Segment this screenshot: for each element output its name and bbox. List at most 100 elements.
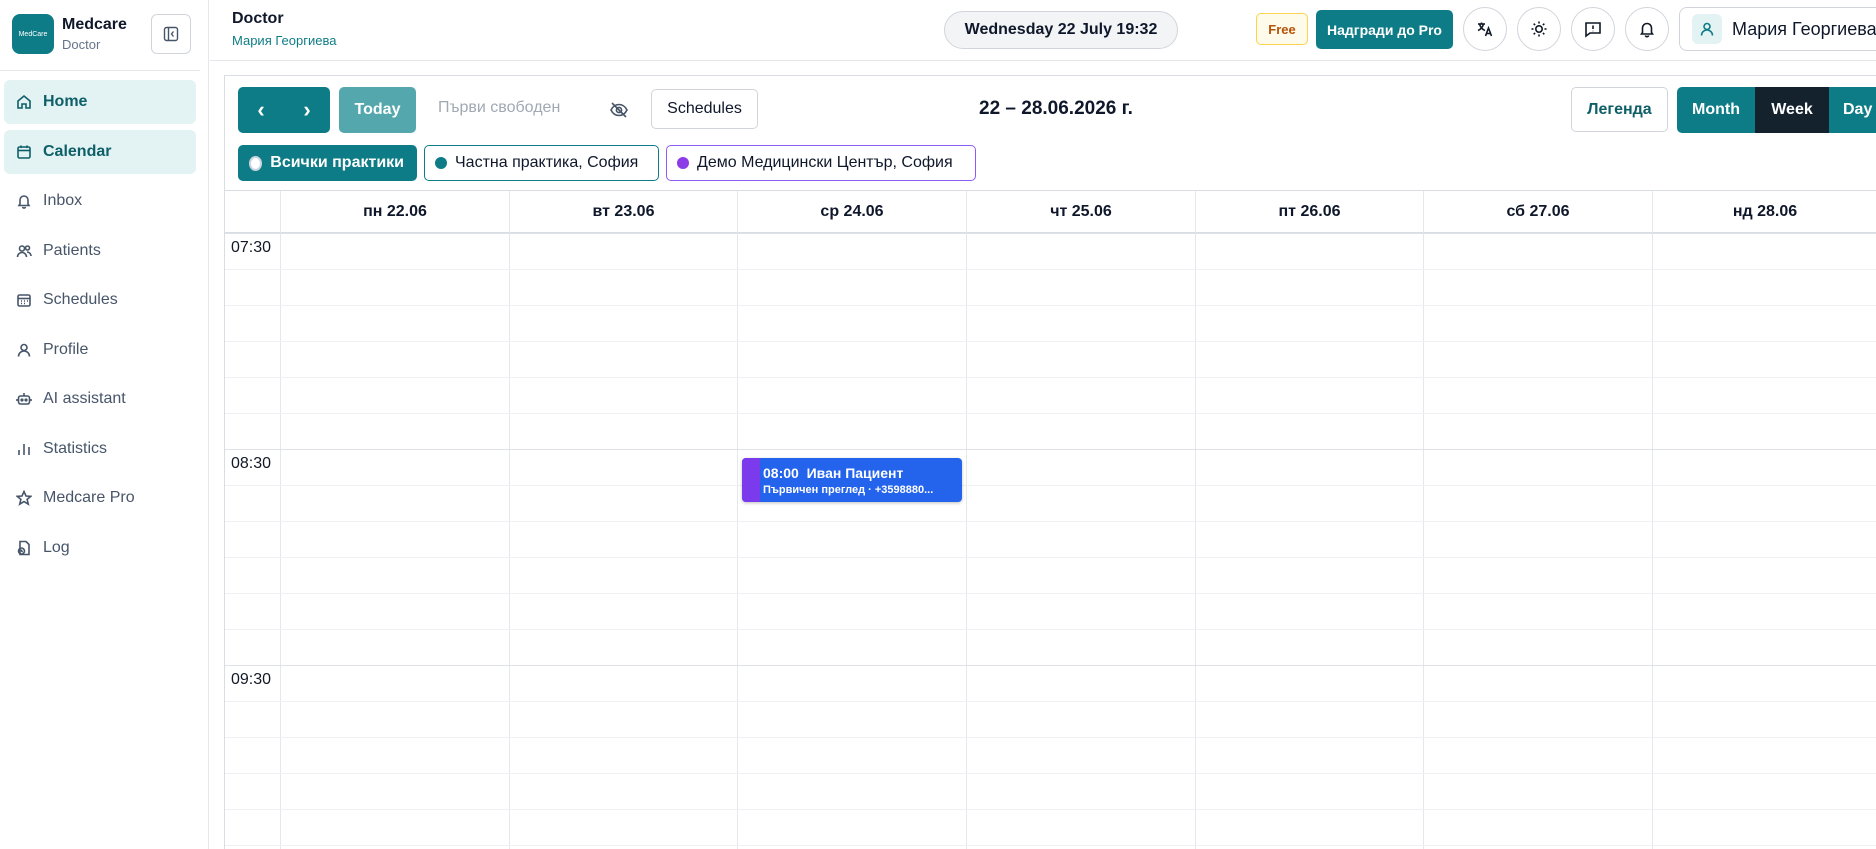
grid-row-line xyxy=(225,269,1876,270)
grid-row-line xyxy=(225,593,1876,594)
brand-name: Medcare xyxy=(62,16,127,33)
view-switcher: Month Week Day xyxy=(1677,87,1876,133)
time-gutter-header xyxy=(225,191,280,233)
today-button[interactable]: Today xyxy=(339,87,416,133)
filter-all-practices[interactable]: Всички практики xyxy=(238,145,417,181)
grid-row-line xyxy=(225,413,1876,414)
view-month-button[interactable]: Month xyxy=(1677,87,1755,133)
language-button[interactable] xyxy=(1463,7,1507,51)
sidebar-item-statistics[interactable]: Statistics xyxy=(4,427,196,471)
grid-row-line xyxy=(225,809,1876,810)
filter-private-practice[interactable]: Частна практика, София xyxy=(424,145,659,181)
upgrade-pro-button[interactable]: Надгради до Pro xyxy=(1316,10,1453,49)
grid-col-line xyxy=(737,233,738,849)
eye-off-icon xyxy=(610,102,628,118)
message-alert-icon xyxy=(1585,22,1601,38)
time-label: 08:30 xyxy=(231,455,272,472)
grid-row-line xyxy=(225,449,1876,450)
day-header-sat[interactable]: сб 27.06 xyxy=(1423,191,1652,233)
practice-filters: Всички практики Частна практика, София Д… xyxy=(238,145,983,181)
date-nav: ‹ › xyxy=(238,87,330,133)
sidebar-item-patients[interactable]: Patients xyxy=(4,229,196,273)
translate-icon xyxy=(1477,22,1493,37)
filter-label: Всички практики xyxy=(270,154,404,171)
filter-demo-center[interactable]: Демо Медицински Център, София xyxy=(666,145,976,181)
grid-row-line xyxy=(225,773,1876,774)
event-details: Първичен преглед · +3598880... xyxy=(763,484,934,496)
time-label: 07:30 xyxy=(231,239,272,256)
legend-button[interactable]: Легенда xyxy=(1571,87,1668,132)
day-header-tue[interactable]: вт 23.06 xyxy=(509,191,737,233)
user-menu-button[interactable]: Мария Георгиева xyxy=(1679,7,1876,51)
sidebar-item-label: AI assistant xyxy=(43,390,126,407)
user-icon xyxy=(15,341,33,359)
grid-col-line xyxy=(1195,233,1196,849)
sidebar-item-label: Home xyxy=(43,93,88,110)
grid-col-line xyxy=(1652,233,1653,849)
event-time: 08:00 xyxy=(763,465,799,481)
bot-icon xyxy=(15,390,33,408)
sidebar-item-label: Patients xyxy=(43,241,101,259)
collapse-sidebar-button[interactable] xyxy=(151,14,191,54)
sidebar-item-label: Log xyxy=(43,538,70,556)
grid-col-line xyxy=(280,233,281,849)
grid-row-line xyxy=(225,521,1876,522)
next-week-button[interactable]: › xyxy=(284,87,330,133)
page-title: Doctor xyxy=(232,10,284,27)
grid-col-line xyxy=(509,233,510,849)
toggle-visibility-button[interactable] xyxy=(607,98,631,122)
calendar-grid-icon xyxy=(15,291,33,309)
view-week-button[interactable]: Week xyxy=(1755,87,1829,133)
grid-row-line xyxy=(225,305,1876,306)
user-avatar-icon xyxy=(1692,14,1722,44)
schedules-button[interactable]: Schedules xyxy=(651,89,758,129)
calendar-panel: ‹ › Today Първи свободен Schedules 22 – … xyxy=(224,75,1876,849)
day-header-sun[interactable]: нд 28.06 xyxy=(1652,191,1876,233)
grid-row-line xyxy=(225,665,1876,666)
sidebar-item-calendar[interactable]: Calendar xyxy=(4,129,196,174)
top-header: Doctor Мария Георгиева Wednesday 22 July… xyxy=(210,0,1876,61)
grid-col-line xyxy=(966,233,967,849)
date-range-label: 22 – 28.06.2026 г. xyxy=(979,98,1133,119)
sidebar-item-home[interactable]: Home xyxy=(4,80,196,124)
sidebar-item-medcare-pro[interactable]: Medcare Pro xyxy=(4,476,196,520)
sidebar-item-profile[interactable]: Profile xyxy=(4,328,196,372)
grid-col-line xyxy=(1423,233,1424,849)
day-header-wed[interactable]: ср 24.06 xyxy=(737,191,966,233)
feedback-button[interactable] xyxy=(1571,7,1615,51)
sidebar-item-log[interactable]: Log xyxy=(4,526,196,570)
event-patient: Иван Пациент xyxy=(806,465,904,481)
notifications-button[interactable] xyxy=(1625,7,1669,51)
grid-row-line xyxy=(225,737,1876,738)
day-header-mon[interactable]: пн 22.06 xyxy=(280,191,509,233)
purple-dot-icon xyxy=(677,157,689,169)
brand-logo-text: MedCare xyxy=(18,30,48,38)
brand-role: Doctor xyxy=(62,37,101,52)
log-icon xyxy=(15,539,33,557)
day-header-thu[interactable]: чт 25.06 xyxy=(966,191,1195,233)
sidebar-item-label: Inbox xyxy=(43,192,83,209)
calendar-icon xyxy=(15,143,33,161)
time-label: 09:30 xyxy=(231,671,272,688)
appointment-event[interactable]: 08:00 Иван Пациент Първичен преглед · +3… xyxy=(742,458,962,502)
view-day-button[interactable]: Day xyxy=(1829,87,1876,133)
filter-label: Демо Медицински Център, София xyxy=(697,154,953,171)
sidebar-nav: Home Calendar Inbox Patients Schedules P… xyxy=(4,80,196,575)
grid-row-line xyxy=(225,557,1876,558)
day-header-fri[interactable]: пт 26.06 xyxy=(1195,191,1423,233)
sidebar-item-label: Statistics xyxy=(43,439,108,457)
theme-toggle-button[interactable] xyxy=(1517,7,1561,51)
grid-row-line xyxy=(225,377,1876,378)
grid-row-line xyxy=(225,701,1876,702)
brand-logo[interactable]: MedCare xyxy=(12,14,54,54)
prev-week-button[interactable]: ‹ xyxy=(238,87,284,133)
first-free-button[interactable]: Първи свободен xyxy=(438,99,560,117)
event-practice-stripe xyxy=(742,458,760,502)
sidebar-item-inbox[interactable]: Inbox xyxy=(4,179,196,223)
sidebar-item-schedules[interactable]: Schedules xyxy=(4,278,196,322)
sidebar-item-ai-assistant[interactable]: AI assistant xyxy=(4,377,196,421)
sun-icon xyxy=(1531,21,1547,37)
filter-label: Частна практика, София xyxy=(455,154,639,171)
bar-chart-icon xyxy=(15,440,33,458)
home-icon xyxy=(15,93,33,111)
